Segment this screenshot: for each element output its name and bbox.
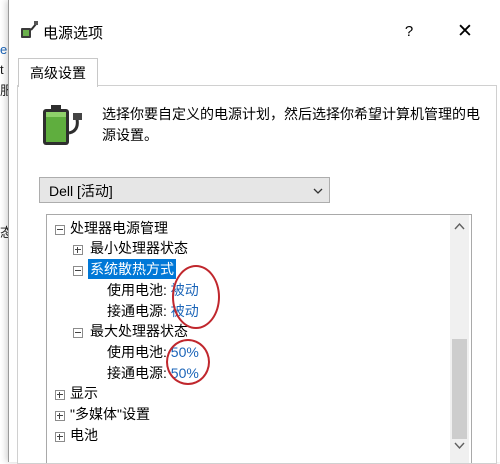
chevron-down-icon xyxy=(313,188,323,194)
expand-toggle[interactable] xyxy=(73,245,83,255)
tree-item-processor[interactable]: 处理器电源管理 xyxy=(70,218,168,238)
expand-toggle[interactable] xyxy=(55,432,65,442)
setting-label: 使用电池: xyxy=(107,344,167,360)
tree-item-display[interactable]: 显示 xyxy=(70,383,98,403)
scroll-up-icon[interactable] xyxy=(454,222,465,230)
tab-advanced-settings[interactable]: 高级设置 xyxy=(18,58,98,87)
background-fragment: t xyxy=(0,62,4,77)
scroll-down-icon[interactable] xyxy=(454,442,465,450)
setting-label: 接通电源: xyxy=(107,365,167,381)
help-button[interactable]: ? xyxy=(389,16,429,48)
power-plan-select[interactable]: Dell [活动] xyxy=(39,177,330,203)
annotation-circle xyxy=(172,265,220,329)
collapse-toggle[interactable] xyxy=(73,266,83,276)
tree-item-max-state[interactable]: 最大处理器状态 xyxy=(90,321,188,341)
collapse-toggle[interactable] xyxy=(73,328,83,338)
power-plan-icon xyxy=(21,21,38,38)
close-button[interactable]: ✕ xyxy=(445,16,485,48)
expand-toggle[interactable] xyxy=(55,411,65,421)
annotation-circle xyxy=(166,339,210,385)
tree-item-battery[interactable]: 电池 xyxy=(70,425,98,445)
setting-label: 使用电池: xyxy=(107,282,167,298)
battery-icon xyxy=(43,105,82,145)
background-fragment: e xyxy=(0,42,8,57)
tree-item-cooling[interactable]: 系统散热方式 xyxy=(88,259,176,279)
tree-item-min-state[interactable]: 最小处理器状态 xyxy=(90,238,188,258)
title-bar[interactable]: 电源选项 ? ✕ xyxy=(9,0,500,56)
collapse-toggle[interactable] xyxy=(55,225,65,235)
tree-item-multimedia[interactable]: "多媒体"设置 xyxy=(70,404,150,424)
power-plan-select-value: Dell [活动] xyxy=(49,183,113,199)
description-text: 选择你要自定义的电源计划，然后选择你希望计算机管理的电源设置。 xyxy=(102,106,480,143)
setting-label: 接通电源: xyxy=(107,303,167,319)
vertical-scrollbar[interactable] xyxy=(450,215,469,463)
power-options-dialog: 电源选项 ? ✕ 高级设置 选择你要自定义的电源计划，然后选择你希望计算机管理的… xyxy=(8,0,500,464)
expand-toggle[interactable] xyxy=(55,390,65,400)
settings-tree[interactable]: 处理器电源管理 最小处理器状态 系统散热方式 使用电池: 被动 接通电源: 被动… xyxy=(46,214,472,463)
scrollbar-thumb[interactable] xyxy=(452,339,467,439)
window-title: 电源选项 xyxy=(43,25,104,42)
